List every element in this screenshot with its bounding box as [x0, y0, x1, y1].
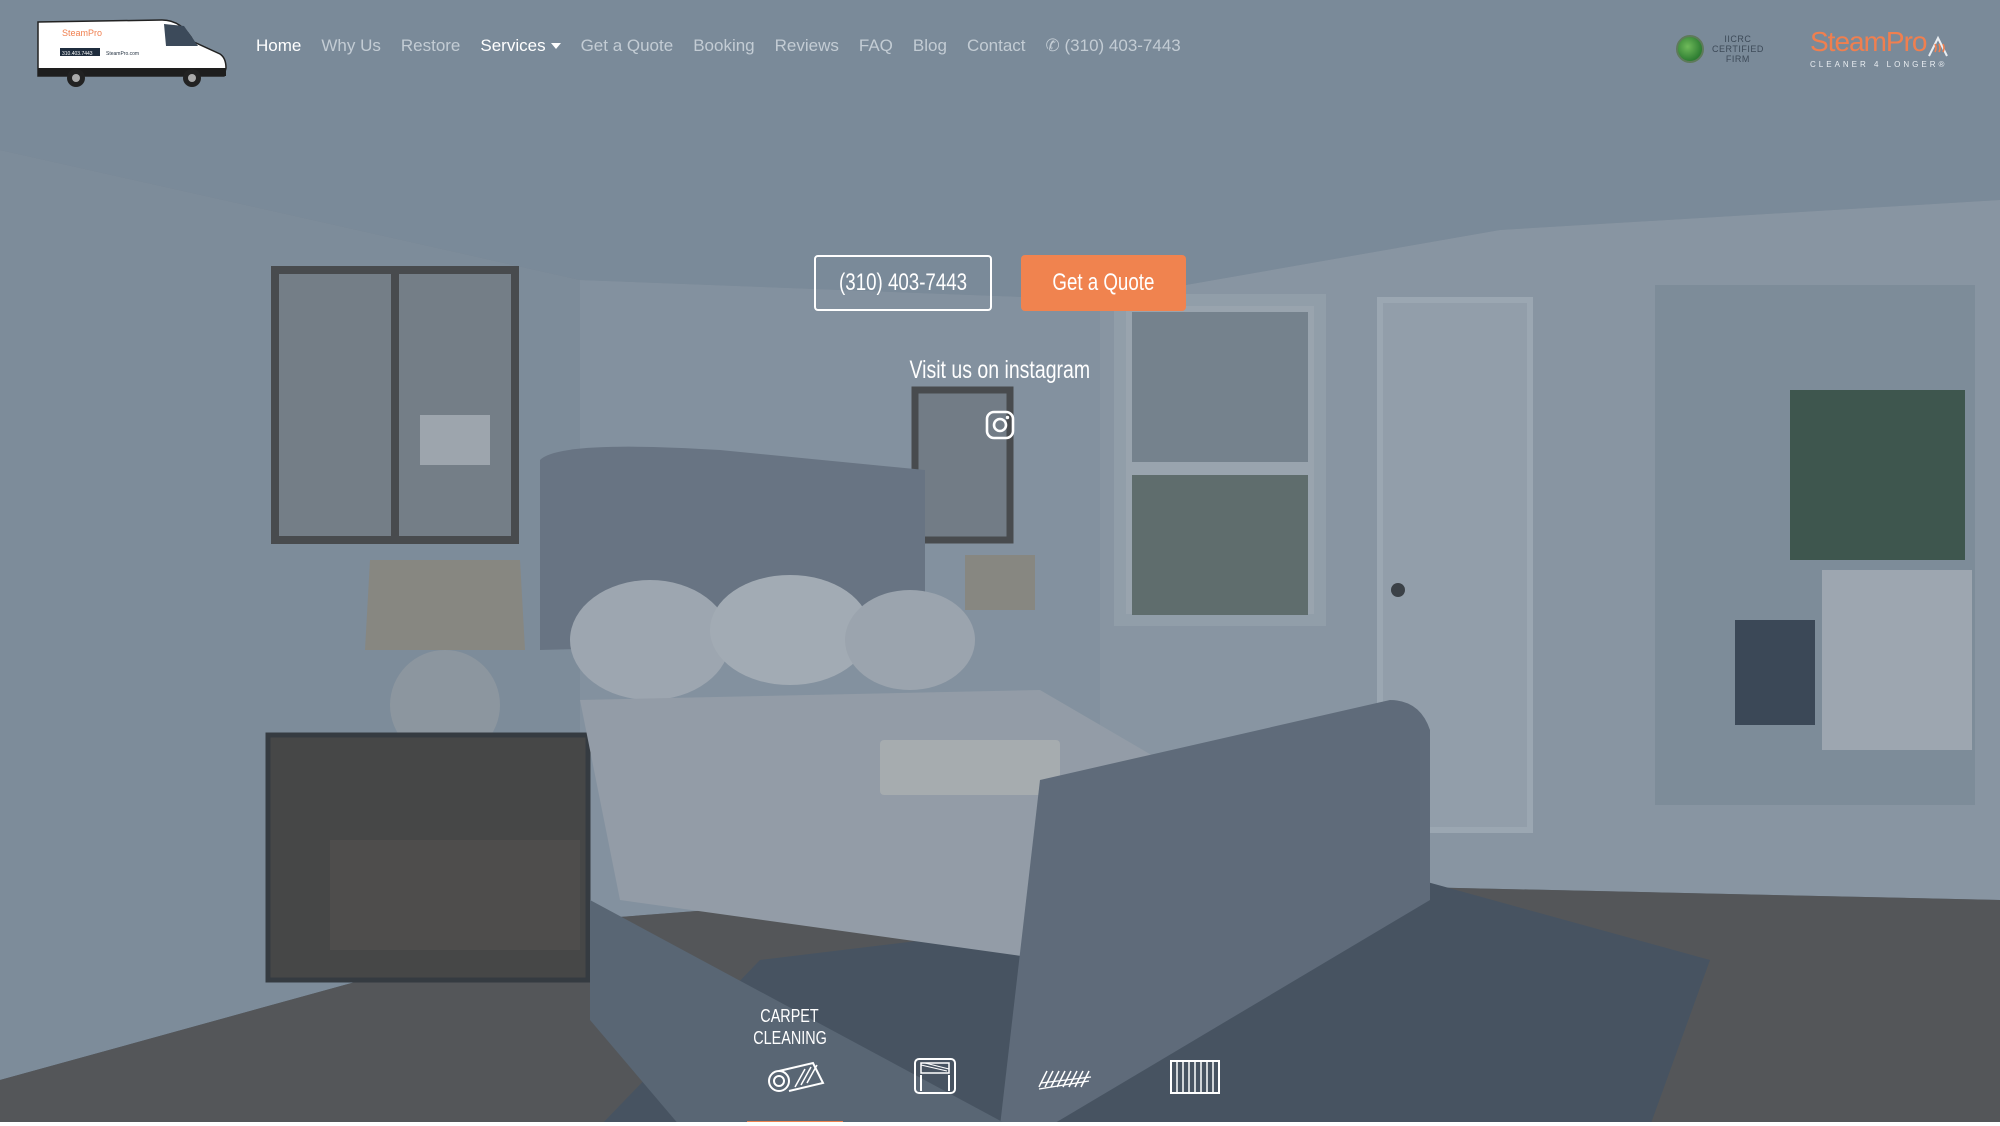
nav-services-label: Services	[480, 36, 546, 55]
service-tab-area-rugs[interactable]	[1010, 1005, 1110, 1126]
get-a-quote-button[interactable]: Get a Quote	[1021, 255, 1186, 311]
upholstery-chair-icon	[914, 1058, 956, 1094]
hero-dark-overlay	[0, 0, 2000, 1126]
iicrc-badge-text: IICRC CERTIFIED FIRM	[1712, 34, 1764, 64]
instagram-heading: Visit us on instagram	[800, 356, 1200, 385]
carpet-roll-icon	[768, 1061, 825, 1092]
main-nav: Home Why Us Restore Services Get a Quote…	[256, 36, 1201, 56]
service-label-line-2: CLEANING	[753, 1028, 827, 1048]
iicrc-line-3: FIRM	[1725, 54, 1750, 64]
nav-phone-link[interactable]: ✆ (310) 403-7443	[1046, 36, 1181, 56]
service-van-logo-icon[interactable]: SteamPro 310.403.7443 SteamPro.com	[34, 12, 230, 88]
iicrc-globe-icon	[1676, 35, 1704, 63]
hero-cta-row: (310) 403-7443 Get a Quote	[814, 255, 1186, 311]
nav-home[interactable]: Home	[256, 36, 301, 56]
iicrc-line-2: CERTIFIED	[1712, 44, 1764, 54]
steampro-brand-logo[interactable]: SteamPro CLEANER 4 LONGER®	[1810, 26, 1960, 76]
iicrc-line-1: IICRC	[1724, 34, 1752, 44]
tile-grout-icon	[1170, 1060, 1220, 1094]
van-url-text: SteamPro.com	[106, 51, 139, 57]
van-brand-text: SteamPro	[62, 28, 102, 38]
chevron-down-icon	[550, 43, 561, 49]
instagram-icon[interactable]	[985, 410, 1015, 440]
service-tab-carpet-cleaning[interactable]: CARPET CLEANING	[740, 1005, 843, 1126]
call-phone-button-label: (310) 403-7443	[838, 269, 968, 296]
nav-faq[interactable]: FAQ	[859, 36, 893, 56]
get-a-quote-button-label: Get a Quote	[1052, 269, 1155, 296]
service-tab-upholstery[interactable]	[880, 1005, 980, 1126]
brand-name: SteamPro	[1810, 26, 1927, 57]
page-bottom-edge	[0, 1122, 2000, 1126]
nav-contact[interactable]: Contact	[967, 36, 1026, 56]
call-phone-button[interactable]: (310) 403-7443	[814, 255, 992, 311]
top-navbar: SteamPro 310.403.7443 SteamPro.com Home …	[0, 0, 2000, 100]
nav-reviews[interactable]: Reviews	[775, 36, 839, 56]
iicrc-certification-badge: IICRC CERTIFIED FIRM	[1676, 34, 1764, 64]
nav-restore[interactable]: Restore	[401, 36, 461, 56]
rug-fringe-icon	[1038, 1070, 1092, 1090]
service-tab-tile-grout[interactable]	[1140, 1005, 1240, 1126]
services-selector: CARPET CLEANING	[740, 1005, 1260, 1126]
hero-section	[0, 0, 2000, 1126]
instagram-heading-text: Visit us on instagram	[909, 356, 1091, 384]
service-label-line-1: CARPET	[760, 1006, 820, 1026]
nav-booking[interactable]: Booking	[693, 36, 754, 56]
nav-blog[interactable]: Blog	[913, 36, 947, 56]
nav-services-dropdown[interactable]: Services	[480, 36, 561, 56]
service-tab-label: CARPET CLEANING	[740, 1005, 840, 1049]
van-phone-text: 310.403.7443	[62, 51, 93, 57]
brand-tagline: CLEANER 4 LONGER®	[1810, 60, 1948, 69]
steam-waves-icon	[1927, 35, 1948, 57]
nav-why-us[interactable]: Why Us	[321, 36, 381, 56]
nav-get-a-quote[interactable]: Get a Quote	[581, 36, 674, 56]
